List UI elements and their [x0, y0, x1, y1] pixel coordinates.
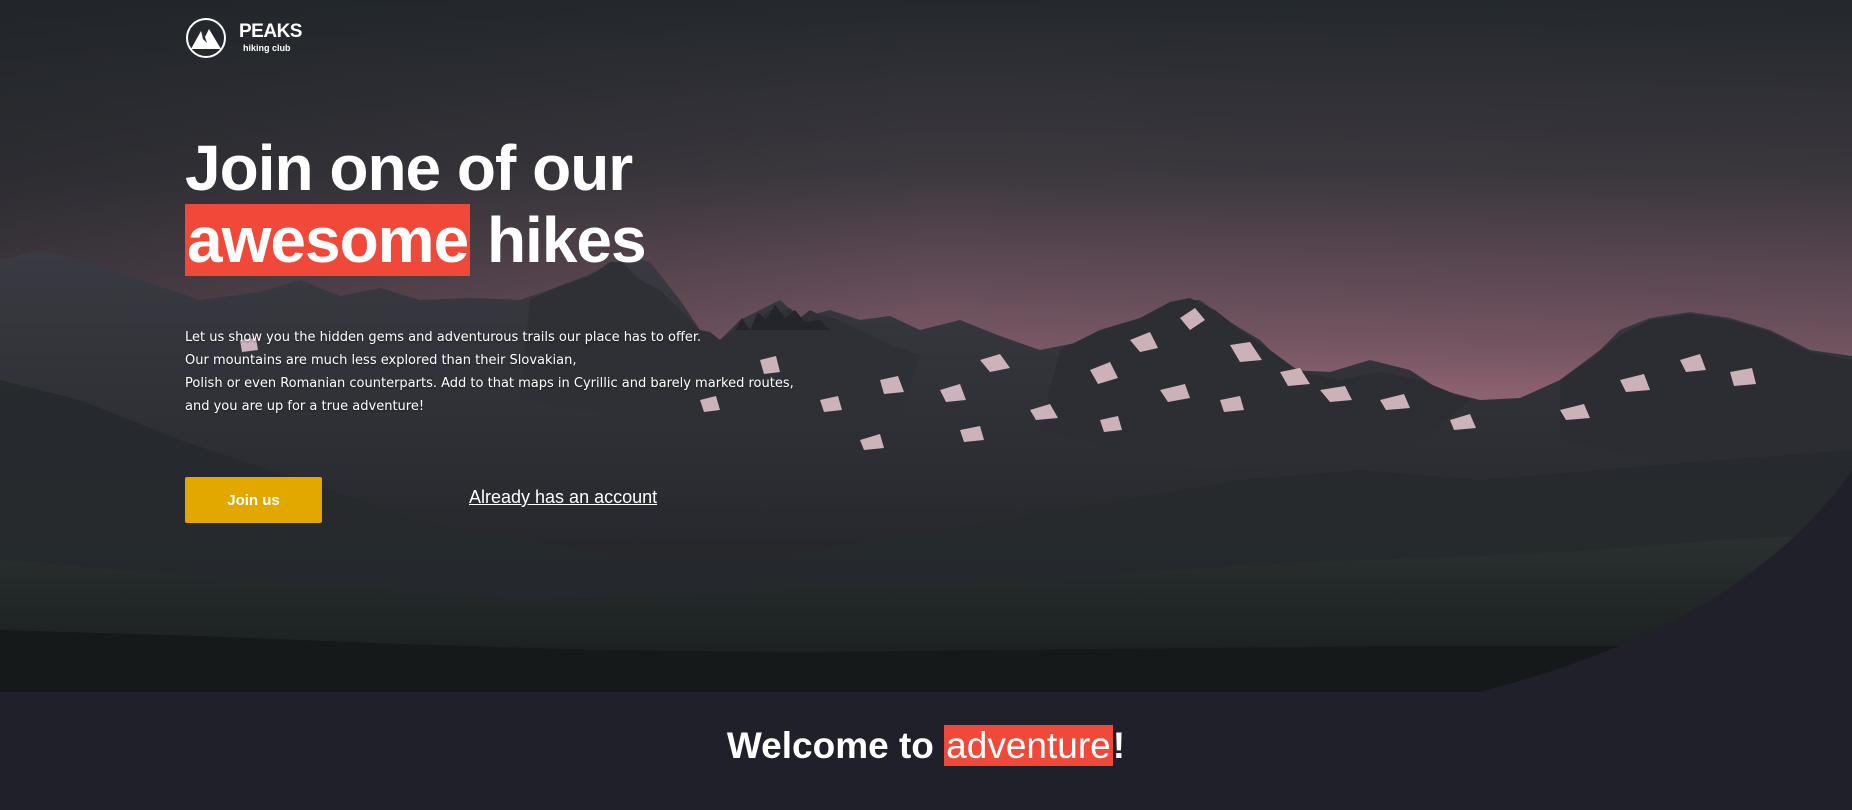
- welcome-heading: Welcome to adventure!: [0, 722, 1852, 770]
- welcome-suffix: !: [1112, 725, 1126, 766]
- headline-highlight: awesome: [185, 204, 471, 276]
- already-has-account-link[interactable]: Already has an account: [469, 487, 657, 508]
- hero-headline: Join one of our awesome hikes: [185, 132, 647, 276]
- mountain-logo-icon: [186, 18, 226, 58]
- welcome-highlight: adventure: [944, 725, 1113, 766]
- intro-line: Let us show you the hidden gems and adve…: [185, 330, 702, 345]
- landing-page: PEAKS hiking club Join one of our awesom…: [0, 0, 1852, 810]
- hero-section: PEAKS hiking club Join one of our awesom…: [0, 0, 1852, 692]
- intro-line: Polish or even Romanian counterparts. Ad…: [185, 376, 794, 391]
- welcome-prefix: Welcome to: [726, 725, 934, 766]
- headline-line-2: hikes: [486, 204, 647, 276]
- brand-text: PEAKS hiking club: [239, 22, 302, 54]
- brand-name: PEAKS: [239, 21, 302, 42]
- intro-line: and you are up for a true adventure!: [185, 399, 425, 414]
- brand-logo[interactable]: PEAKS hiking club: [185, 17, 302, 59]
- brand-tagline: hiking club: [243, 43, 291, 53]
- join-us-button[interactable]: Join us: [185, 477, 322, 523]
- headline-line-1: Join one of our: [185, 132, 633, 204]
- hero-intro-text: Let us show you the hidden gems and adve…: [185, 326, 805, 418]
- intro-line: Our mountains are much less explored tha…: [185, 353, 577, 368]
